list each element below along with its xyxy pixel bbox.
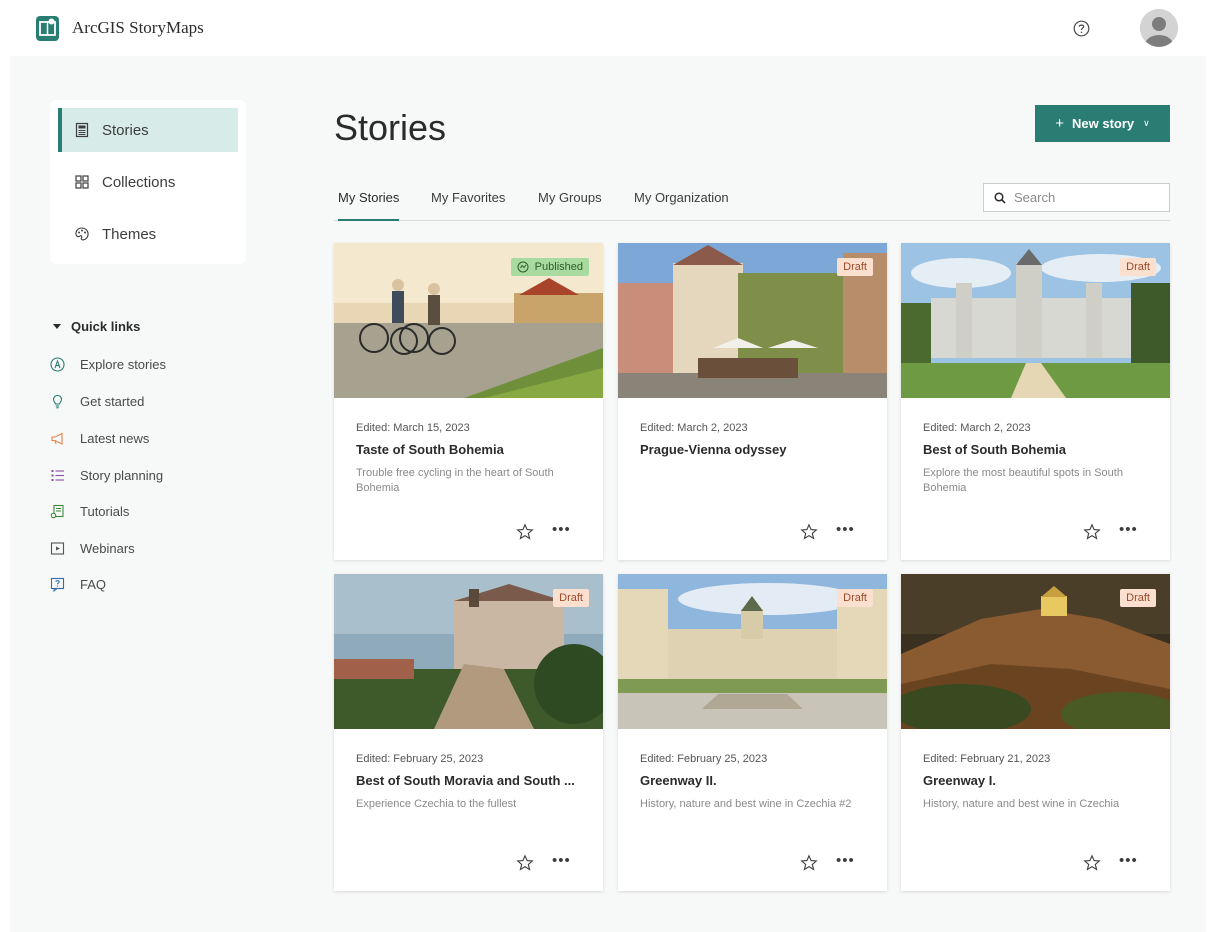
search-box[interactable] [983, 183, 1170, 212]
quick-link-label: Get started [80, 393, 145, 409]
quick-link-label: Latest news [80, 430, 150, 446]
favorite-star-icon[interactable] [800, 854, 818, 872]
page-title: Stories [334, 107, 447, 148]
tab-my-favorites[interactable]: My Favorites [431, 190, 505, 221]
more-options-icon[interactable]: ••• [1119, 522, 1139, 538]
tab-my-organization[interactable]: My Organization [634, 190, 729, 221]
quick-link-tutorials[interactable]: Tutorials [50, 501, 129, 521]
quick-link-latest-news[interactable]: Latest news [50, 428, 149, 448]
quick-links-title: Quick links [71, 319, 141, 334]
quick-link-label: Tutorials [80, 503, 130, 519]
app-title: ArcGIS StoryMaps [72, 18, 204, 37]
nav-item-themes[interactable]: Themes [58, 212, 238, 256]
favorite-star-icon[interactable] [516, 523, 534, 541]
quick-link-label: FAQ [80, 576, 107, 592]
story-title[interactable]: Greenway I. [923, 773, 1155, 788]
favorite-star-icon[interactable] [1083, 854, 1101, 872]
favorite-star-icon[interactable] [1083, 523, 1101, 541]
quick-link-label: Webinars [80, 540, 135, 556]
tab-my-stories[interactable]: My Stories [338, 190, 400, 221]
story-description: Experience Czechia to the fullest [356, 798, 517, 810]
explore-icon [50, 356, 65, 372]
tutorial-icon [50, 504, 64, 518]
plus-icon: + [1055, 115, 1065, 132]
nav-item-stories[interactable]: Stories [58, 108, 238, 152]
new-story-label: New story [1072, 116, 1135, 131]
faq-icon [50, 577, 65, 592]
nav-item-label: Themes [102, 226, 157, 243]
themes-icon [75, 227, 89, 241]
story-card[interactable]: Draft Edited: February 25, 2023 Greenway… [618, 574, 887, 891]
edited-date: Edited: March 2, 2023 [640, 422, 748, 434]
stories-icon [75, 122, 89, 138]
search-input[interactable] [1014, 190, 1164, 205]
side-nav: Stories Collections Themes [50, 100, 246, 264]
more-options-icon[interactable]: ••• [552, 522, 572, 538]
tab-my-groups[interactable]: My Groups [538, 190, 602, 221]
story-title[interactable]: Best of South Bohemia [923, 442, 1155, 457]
story-card[interactable]: Draft Edited: March 2, 2023 Best of Sout… [901, 243, 1170, 560]
status-badge: Draft [837, 589, 873, 607]
new-story-button[interactable]: + New story ∨ [1035, 105, 1170, 142]
more-options-icon[interactable]: ••• [552, 853, 572, 869]
status-badge: Draft [1120, 258, 1156, 276]
story-title[interactable]: Taste of South Bohemia [356, 442, 588, 457]
story-card[interactable]: Draft Edited: February 25, 2023 Best of … [334, 574, 603, 891]
story-description: Trouble free cycling in the heart of Sou… [356, 467, 554, 494]
help-icon[interactable] [1073, 20, 1090, 37]
status-badge: Draft [1120, 589, 1156, 607]
quick-link-label: Story planning [80, 467, 164, 483]
story-title[interactable]: Greenway II. [640, 773, 872, 788]
favorite-star-icon[interactable] [800, 523, 818, 541]
story-card[interactable]: Published Edited: March 15, 2023 Taste o… [334, 243, 603, 560]
story-description: History, nature and best wine in Czechia [923, 798, 1120, 810]
status-badge: Draft [553, 589, 589, 607]
quick-link-faq[interactable]: FAQ [50, 574, 106, 594]
list-icon [51, 469, 64, 481]
status-badge: Draft [837, 258, 873, 276]
favorite-star-icon[interactable] [516, 854, 534, 872]
megaphone-icon [51, 432, 63, 445]
quick-link-explore-stories[interactable]: Explore stories [50, 354, 166, 374]
edited-date: Edited: February 25, 2023 [356, 753, 484, 765]
nav-item-collections[interactable]: Collections [58, 160, 238, 204]
collections-icon [75, 175, 89, 189]
quick-link-get-started[interactable]: Get started [50, 391, 144, 411]
lightbulb-icon [52, 394, 63, 408]
nav-item-label: Collections [102, 174, 176, 191]
storymaps-logo-icon[interactable] [36, 16, 59, 41]
avatar[interactable] [1140, 9, 1178, 47]
more-options-icon[interactable]: ••• [1119, 853, 1139, 869]
edited-date: Edited: February 25, 2023 [640, 753, 768, 765]
nav-item-label: Stories [102, 122, 149, 139]
story-title[interactable]: Best of South Moravia and South ... [356, 773, 588, 788]
story-description: History, nature and best wine in Czechia… [640, 798, 852, 810]
story-title[interactable]: Prague-Vienna odyssey [640, 442, 872, 457]
story-card[interactable]: Draft Edited: March 2, 2023 Prague-Vienn… [618, 243, 887, 560]
top-bar: ArcGIS StoryMaps [0, 0, 1216, 56]
more-options-icon[interactable]: ••• [836, 853, 856, 869]
edited-date: Edited: February 21, 2023 [923, 753, 1051, 765]
video-icon [50, 541, 65, 555]
chevron-down-icon: ∨ [1143, 118, 1150, 128]
status-badge: Published [510, 258, 589, 276]
quick-link-story-planning[interactable]: Story planning [50, 465, 163, 485]
status-badge-label: Published [534, 261, 583, 273]
caret-down-icon [53, 324, 61, 329]
edited-date: Edited: March 2, 2023 [923, 422, 1031, 434]
quick-links-toggle[interactable]: Quick links [53, 319, 140, 334]
edited-date: Edited: March 15, 2023 [356, 422, 470, 434]
story-card[interactable]: Draft Edited: February 21, 2023 Greenway… [901, 574, 1170, 891]
search-icon [994, 191, 1006, 204]
user-avatar-icon [1140, 9, 1178, 47]
story-description: Explore the most beautiful spots in Sout… [923, 467, 1123, 494]
more-options-icon[interactable]: ••• [836, 522, 856, 538]
published-icon [517, 261, 529, 273]
quick-link-webinars[interactable]: Webinars [50, 538, 135, 558]
quick-link-label: Explore stories [80, 356, 166, 372]
